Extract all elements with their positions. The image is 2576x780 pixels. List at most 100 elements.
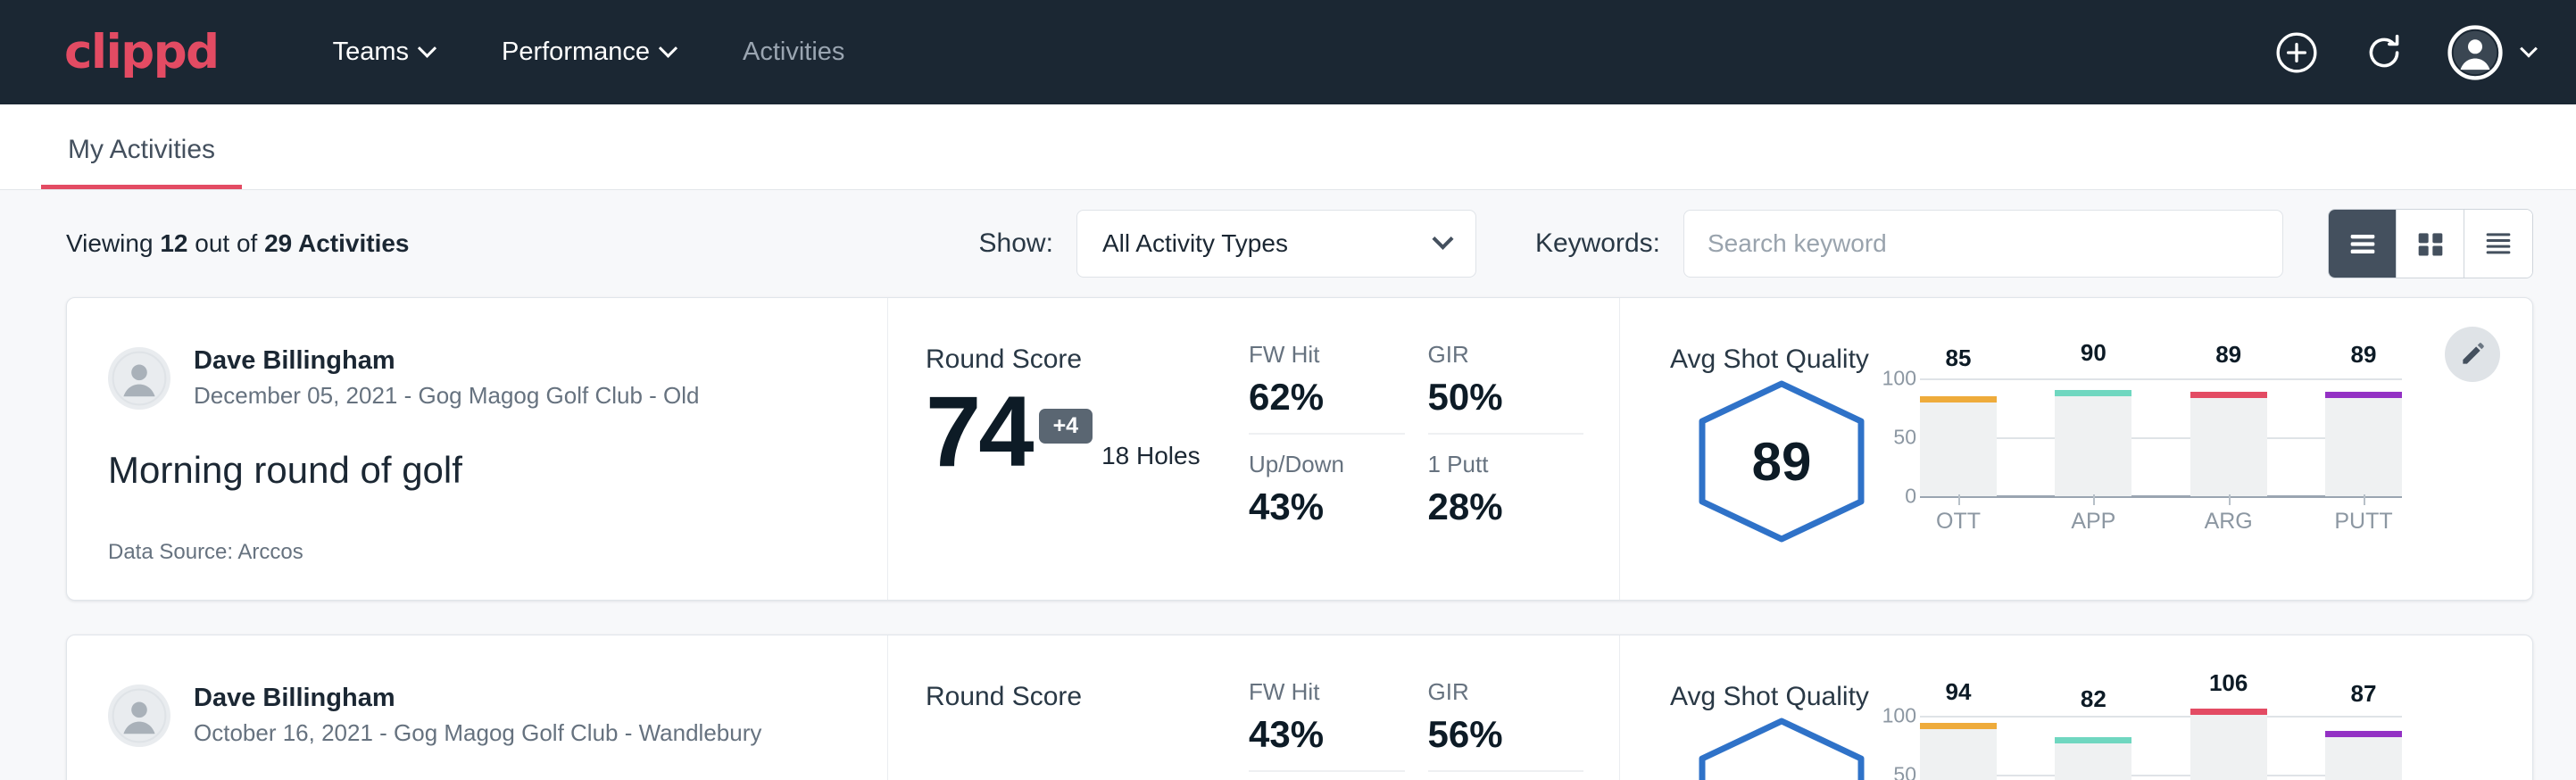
bar-putt[interactable]: 89	[2325, 378, 2402, 496]
bar-app-body	[2055, 390, 2131, 496]
stat-gir-value: 50%	[1428, 376, 1584, 419]
bar-app[interactable]: 90	[2055, 378, 2131, 496]
x-label-ott: OTT	[1920, 509, 1997, 535]
round-score-badge: +4	[1039, 409, 1093, 444]
bar-app[interactable]: 82	[2055, 716, 2131, 780]
tab-strip: My Activities	[0, 104, 2576, 190]
activity-user: Dave Billingham December 05, 2021 - Gog …	[108, 344, 887, 411]
bar-ott-body	[1920, 396, 1997, 496]
nav-item-teams-label: Teams	[333, 37, 409, 67]
chart-y-axis: 100 50 0	[1868, 378, 1916, 496]
bar-ott[interactable]: 94	[1920, 716, 1997, 780]
account-menu[interactable]	[2447, 25, 2535, 80]
viewing-count: 12	[160, 229, 187, 257]
stat-fw-hit-label: FW Hit	[1249, 678, 1405, 706]
activity-identity: Dave Billingham October 16, 2021 - Gog M…	[67, 635, 888, 780]
bar-app-cap	[2055, 737, 2131, 743]
edit-activity-button[interactable]	[2445, 327, 2500, 382]
clippd-logo[interactable]: clippd	[64, 25, 219, 79]
bar-ott-value: 85	[1920, 344, 1997, 372]
activity-user: Dave Billingham October 16, 2021 - Gog M…	[108, 682, 887, 749]
bar-ott-cap	[1920, 396, 1997, 402]
keywords-label: Keywords:	[1535, 228, 1660, 259]
avg-shot-quality-row: 89 100 50 0 85	[1670, 378, 2532, 544]
add-button[interactable]	[2273, 29, 2321, 77]
bar-app-value: 90	[2055, 339, 2131, 367]
stat-gir-value: 56%	[1428, 713, 1584, 756]
stat-fw-hit-label: FW Hit	[1249, 341, 1405, 369]
grid-view-button[interactable]	[2397, 210, 2464, 278]
stat-fw-hit-value: 62%	[1249, 376, 1405, 419]
y-tick-0: 0	[1905, 485, 1916, 509]
avatar	[108, 347, 170, 410]
shot-quality-bar-chart: 100 50 0 94	[1920, 716, 2402, 780]
nav-item-teams[interactable]: Teams	[299, 29, 468, 76]
x-label-app: APP	[2055, 509, 2131, 535]
stat-fw-hit: FW Hit 62%	[1249, 341, 1405, 435]
chevron-down-icon	[418, 39, 436, 58]
bar-ott[interactable]: 85	[1920, 378, 1997, 496]
bar-putt-value: 89	[2325, 341, 2402, 369]
avg-shot-quality-hex: 89	[1690, 378, 1874, 544]
pencil-icon	[2458, 340, 2487, 369]
show-label: Show:	[979, 228, 1053, 259]
top-nav-actions	[2273, 25, 2535, 80]
avg-shot-quality-row: 100 50 0 94	[1670, 716, 2532, 780]
activity-card[interactable]: Dave Billingham December 05, 2021 - Gog …	[66, 297, 2533, 601]
y-tick-100: 100	[1882, 704, 1916, 728]
activity-type-select[interactable]: All Activity Types	[1076, 210, 1476, 278]
stat-up-down-label: Up/Down	[1249, 451, 1405, 478]
chevron-down-icon	[2520, 39, 2538, 57]
avg-shot-quality-value	[1690, 716, 1874, 780]
bar-putt[interactable]: 87	[2325, 716, 2402, 780]
primary-nav: Teams Performance Activities	[299, 29, 879, 76]
compact-view-button[interactable]	[2464, 210, 2532, 278]
refresh-icon	[2362, 30, 2406, 75]
add-icon	[2274, 30, 2319, 75]
nav-item-activities[interactable]: Activities	[709, 29, 878, 76]
bar-putt-cap	[2325, 392, 2402, 398]
viewing-suffix: Activities	[292, 229, 409, 257]
tab-my-activities[interactable]: My Activities	[41, 135, 242, 189]
chart-y-axis: 100 50 0	[1868, 716, 1916, 780]
nav-item-performance-label: Performance	[502, 37, 650, 67]
round-holes-label: 18 Holes	[1101, 442, 1201, 470]
activity-data-source: Data Source: Arccos	[108, 540, 887, 565]
stat-gir: GIR 50%	[1428, 341, 1584, 435]
bar-ott-value: 94	[1920, 678, 1997, 706]
avg-shot-quality-block: Avg Shot Quality 100 50 0	[1620, 635, 2532, 780]
x-label-putt: PUTT	[2325, 509, 2402, 535]
stat-fw-hit: FW Hit 43%	[1249, 678, 1405, 772]
search-input[interactable]	[1683, 210, 2283, 278]
bar-app-body	[2055, 737, 2131, 780]
stat-up-down: Up/Down 43%	[1249, 451, 1405, 543]
chart-bars: 85 90	[1920, 378, 2402, 496]
compact-view-icon	[2480, 226, 2516, 261]
bar-putt-body	[2325, 392, 2402, 496]
bar-app-value: 82	[2055, 685, 2131, 713]
activity-stats-grid: FW Hit 43% GIR 56%	[1209, 635, 1620, 780]
avatar	[2447, 25, 2503, 80]
y-tick-50: 50	[1893, 426, 1916, 450]
round-score-label: Round Score	[926, 682, 1209, 712]
list-view-button[interactable]	[2329, 210, 2397, 278]
viewing-prefix: Viewing	[66, 229, 160, 257]
filter-controls: Show: All Activity Types Keywords:	[979, 209, 2533, 278]
avatar	[108, 685, 170, 747]
nav-item-performance[interactable]: Performance	[468, 29, 709, 76]
bar-putt-cap	[2325, 731, 2402, 737]
stat-gir-label: GIR	[1428, 341, 1584, 369]
chart-plot-area: 100 50 0 85	[1920, 378, 2402, 496]
activity-card[interactable]: Dave Billingham October 16, 2021 - Gog M…	[66, 635, 2533, 780]
grid-view-icon	[2413, 226, 2448, 261]
refresh-button[interactable]	[2360, 29, 2408, 77]
bar-putt-body	[2325, 731, 2402, 780]
bar-arg-value: 106	[2190, 669, 2267, 697]
bar-arg[interactable]: 89	[2190, 378, 2267, 496]
bar-app-cap	[2055, 390, 2131, 396]
bar-arg[interactable]: 106	[2190, 716, 2267, 780]
y-tick-100: 100	[1882, 367, 1916, 391]
top-navigation-bar: clippd Teams Performance Activities	[0, 0, 2576, 104]
view-mode-toggle	[2328, 209, 2533, 278]
nav-item-activities-label: Activities	[743, 37, 844, 67]
